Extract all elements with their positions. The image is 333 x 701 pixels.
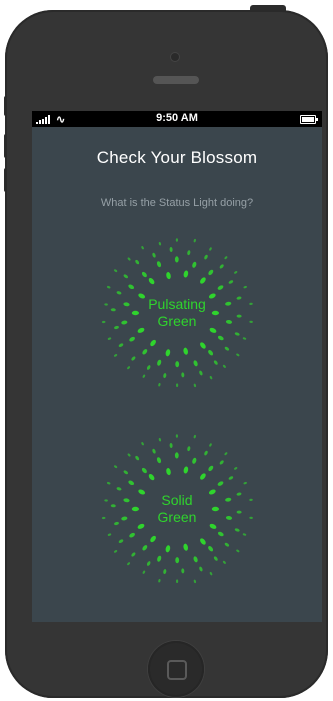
option-pulsating-green-button[interactable]: Pulsating Green (97, 233, 257, 393)
option-label: Solid Green (157, 492, 197, 525)
page-title: Check Your Blossom (96, 148, 258, 167)
option-label: Pulsating Green (148, 296, 206, 329)
status-bar: ∿ 9:50 AM (32, 111, 322, 127)
phone-frame: ∿ 9:50 AM Check Your Blossom What is the… (5, 10, 328, 698)
battery-icon (300, 115, 318, 124)
home-square-icon (167, 660, 187, 680)
option-solid-green-button[interactable]: Solid Green (97, 429, 257, 589)
app-screen: ∿ 9:50 AM Check Your Blossom What is the… (32, 111, 322, 622)
speaker-grille (153, 76, 199, 84)
home-button[interactable] (148, 641, 204, 697)
status-time: 9:50 AM (156, 112, 198, 124)
camera-icon (171, 53, 179, 61)
page-subtitle: What is the Status Light doing? (100, 197, 254, 209)
